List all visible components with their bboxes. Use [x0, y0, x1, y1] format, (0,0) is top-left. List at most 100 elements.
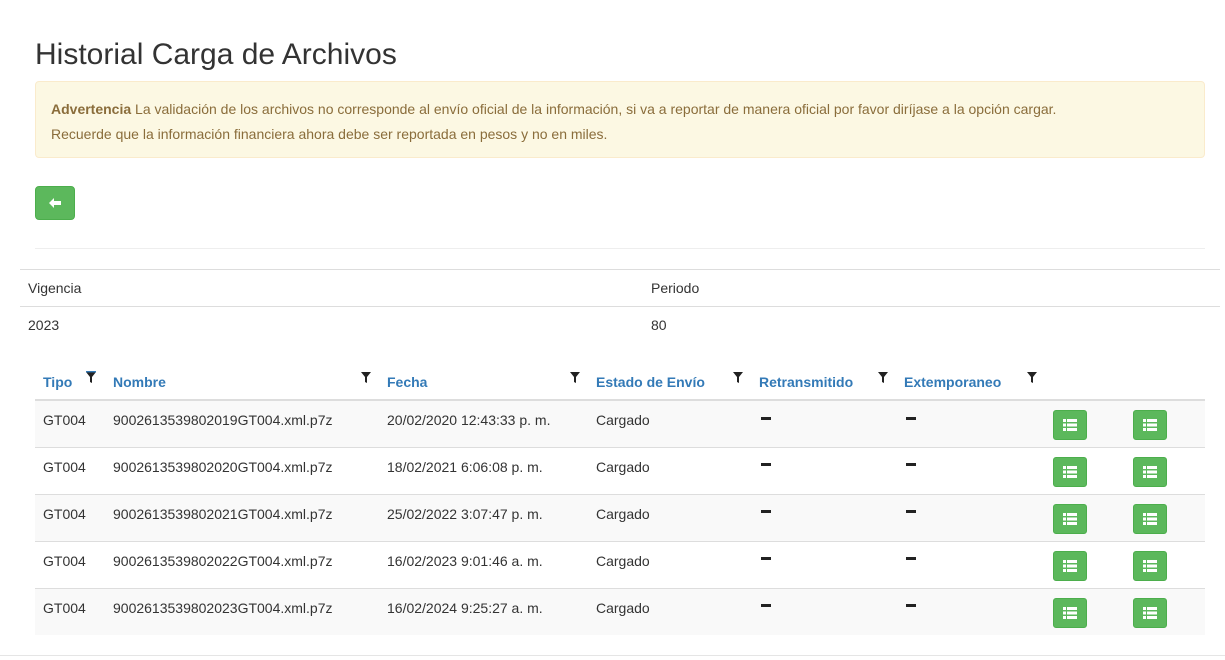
cell-action2 — [1125, 399, 1205, 447]
column-header-extemporaneo[interactable]: Extemporaneo — [896, 362, 1045, 401]
cell-extemporaneo — [896, 587, 1045, 635]
view-details-button[interactable] — [1053, 456, 1087, 487]
column-label: Fecha — [387, 373, 428, 390]
column-header-nombre[interactable]: Nombre — [105, 362, 379, 401]
filter-icon[interactable] — [86, 371, 96, 383]
page-title: Historial Carga de Archivos — [35, 38, 397, 71]
filter-icon[interactable] — [733, 371, 743, 383]
cell-action2 — [1125, 587, 1205, 635]
files-table: Tipo Nombre Fecha Estado de Envío Retran… — [35, 362, 1205, 635]
view-details-button[interactable] — [1053, 597, 1087, 628]
cell-estado: Cargado — [588, 399, 751, 447]
view-details-button[interactable] — [1053, 410, 1087, 440]
cell-fecha: 20/02/2020 12:43:33 p. m. — [379, 399, 588, 447]
dash-icon — [906, 463, 916, 467]
divider — [35, 248, 1205, 249]
cell-fecha: 16/02/2024 9:25:27 a. m. — [379, 587, 588, 635]
column-header-action2 — [1125, 362, 1205, 401]
cell-tipo: GT004 — [35, 446, 105, 494]
cell-extemporaneo — [896, 493, 1045, 541]
view-log-button[interactable] — [1133, 410, 1167, 440]
cell-estado: Cargado — [588, 587, 751, 635]
cell-tipo: GT004 — [35, 399, 105, 447]
info-table: Vigencia Periodo 2023 80 — [20, 269, 1220, 344]
footer-divider — [0, 655, 1225, 656]
list-icon — [1143, 419, 1157, 431]
view-log-button[interactable] — [1133, 597, 1167, 628]
column-label: Estado de Envío — [596, 373, 705, 390]
cell-retransmitido — [751, 493, 896, 541]
table-row: GT004 9002613539802023GT004.xml.p7z 16/0… — [35, 587, 1205, 635]
list-icon — [1143, 606, 1157, 619]
filter-icon[interactable] — [361, 371, 371, 383]
periodo-value: 80 — [643, 306, 1220, 344]
column-header-fecha[interactable]: Fecha — [379, 362, 588, 401]
cell-fecha: 18/02/2021 6:06:08 p. m. — [379, 446, 588, 494]
view-log-button[interactable] — [1133, 550, 1167, 581]
cell-tipo: GT004 — [35, 540, 105, 588]
column-label: Retransmitido — [759, 373, 854, 390]
column-label: Extemporaneo — [904, 373, 1002, 390]
filter-icon[interactable] — [878, 371, 888, 383]
cell-estado: Cargado — [588, 446, 751, 494]
view-details-button[interactable] — [1053, 503, 1087, 534]
cell-extemporaneo — [896, 446, 1045, 494]
cell-action1 — [1045, 399, 1125, 447]
list-icon — [1063, 419, 1077, 431]
view-log-button[interactable] — [1133, 456, 1167, 487]
cell-retransmitido — [751, 540, 896, 588]
view-details-button[interactable] — [1053, 550, 1087, 581]
list-icon — [1143, 465, 1157, 478]
cell-estado: Cargado — [588, 493, 751, 541]
column-header-action1 — [1045, 362, 1125, 401]
periodo-label: Periodo — [643, 269, 1220, 307]
filter-icon[interactable] — [570, 371, 580, 383]
column-header-retransmitido[interactable]: Retransmitido — [751, 362, 896, 401]
cell-action1 — [1045, 446, 1125, 494]
list-icon — [1143, 512, 1157, 525]
list-icon — [1063, 465, 1077, 478]
filter-icon[interactable] — [1027, 371, 1037, 383]
cell-extemporaneo — [896, 540, 1045, 588]
column-label: Nombre — [113, 373, 166, 390]
list-icon — [1063, 512, 1077, 525]
list-icon — [1063, 606, 1077, 619]
cell-extemporaneo — [896, 399, 1045, 447]
cell-retransmitido — [751, 399, 896, 447]
list-icon — [1063, 559, 1077, 572]
column-header-estado[interactable]: Estado de Envío — [588, 362, 751, 401]
dash-icon — [761, 604, 771, 608]
back-button[interactable] — [35, 186, 75, 220]
cell-nombre: 9002613539802020GT004.xml.p7z — [105, 446, 379, 494]
alert-strong: Advertencia — [51, 101, 132, 117]
cell-action2 — [1125, 540, 1205, 588]
view-log-button[interactable] — [1133, 503, 1167, 534]
cell-nombre: 9002613539802023GT004.xml.p7z — [105, 587, 379, 635]
column-header-tipo[interactable]: Tipo — [35, 362, 105, 401]
dash-icon — [906, 416, 916, 420]
table-row: GT004 9002613539802022GT004.xml.p7z 16/0… — [35, 540, 1205, 588]
cell-action2 — [1125, 446, 1205, 494]
cell-nombre: 9002613539802019GT004.xml.p7z — [105, 399, 379, 447]
arrow-left-icon — [49, 198, 61, 208]
alert-line2: Recuerde que la información financiera a… — [51, 126, 608, 142]
cell-retransmitido — [751, 587, 896, 635]
cell-action1 — [1045, 540, 1125, 588]
cell-action2 — [1125, 493, 1205, 541]
list-icon — [1143, 559, 1157, 572]
alert-line1: La validación de los archivos no corresp… — [131, 101, 1057, 117]
table-row: GT004 9002613539802019GT004.xml.p7z 20/0… — [35, 399, 1205, 447]
cell-nombre: 9002613539802021GT004.xml.p7z — [105, 493, 379, 541]
cell-fecha: 16/02/2023 9:01:46 a. m. — [379, 540, 588, 588]
cell-estado: Cargado — [588, 540, 751, 588]
cell-action1 — [1045, 587, 1125, 635]
dash-icon — [761, 557, 771, 561]
table-row: GT004 9002613539802021GT004.xml.p7z 25/0… — [35, 493, 1205, 541]
vigencia-label: Vigencia — [20, 269, 643, 307]
cell-retransmitido — [751, 446, 896, 494]
cell-tipo: GT004 — [35, 587, 105, 635]
cell-fecha: 25/02/2022 3:07:47 p. m. — [379, 493, 588, 541]
dash-icon — [906, 510, 916, 514]
dash-icon — [761, 510, 771, 514]
cell-nombre: 9002613539802022GT004.xml.p7z — [105, 540, 379, 588]
